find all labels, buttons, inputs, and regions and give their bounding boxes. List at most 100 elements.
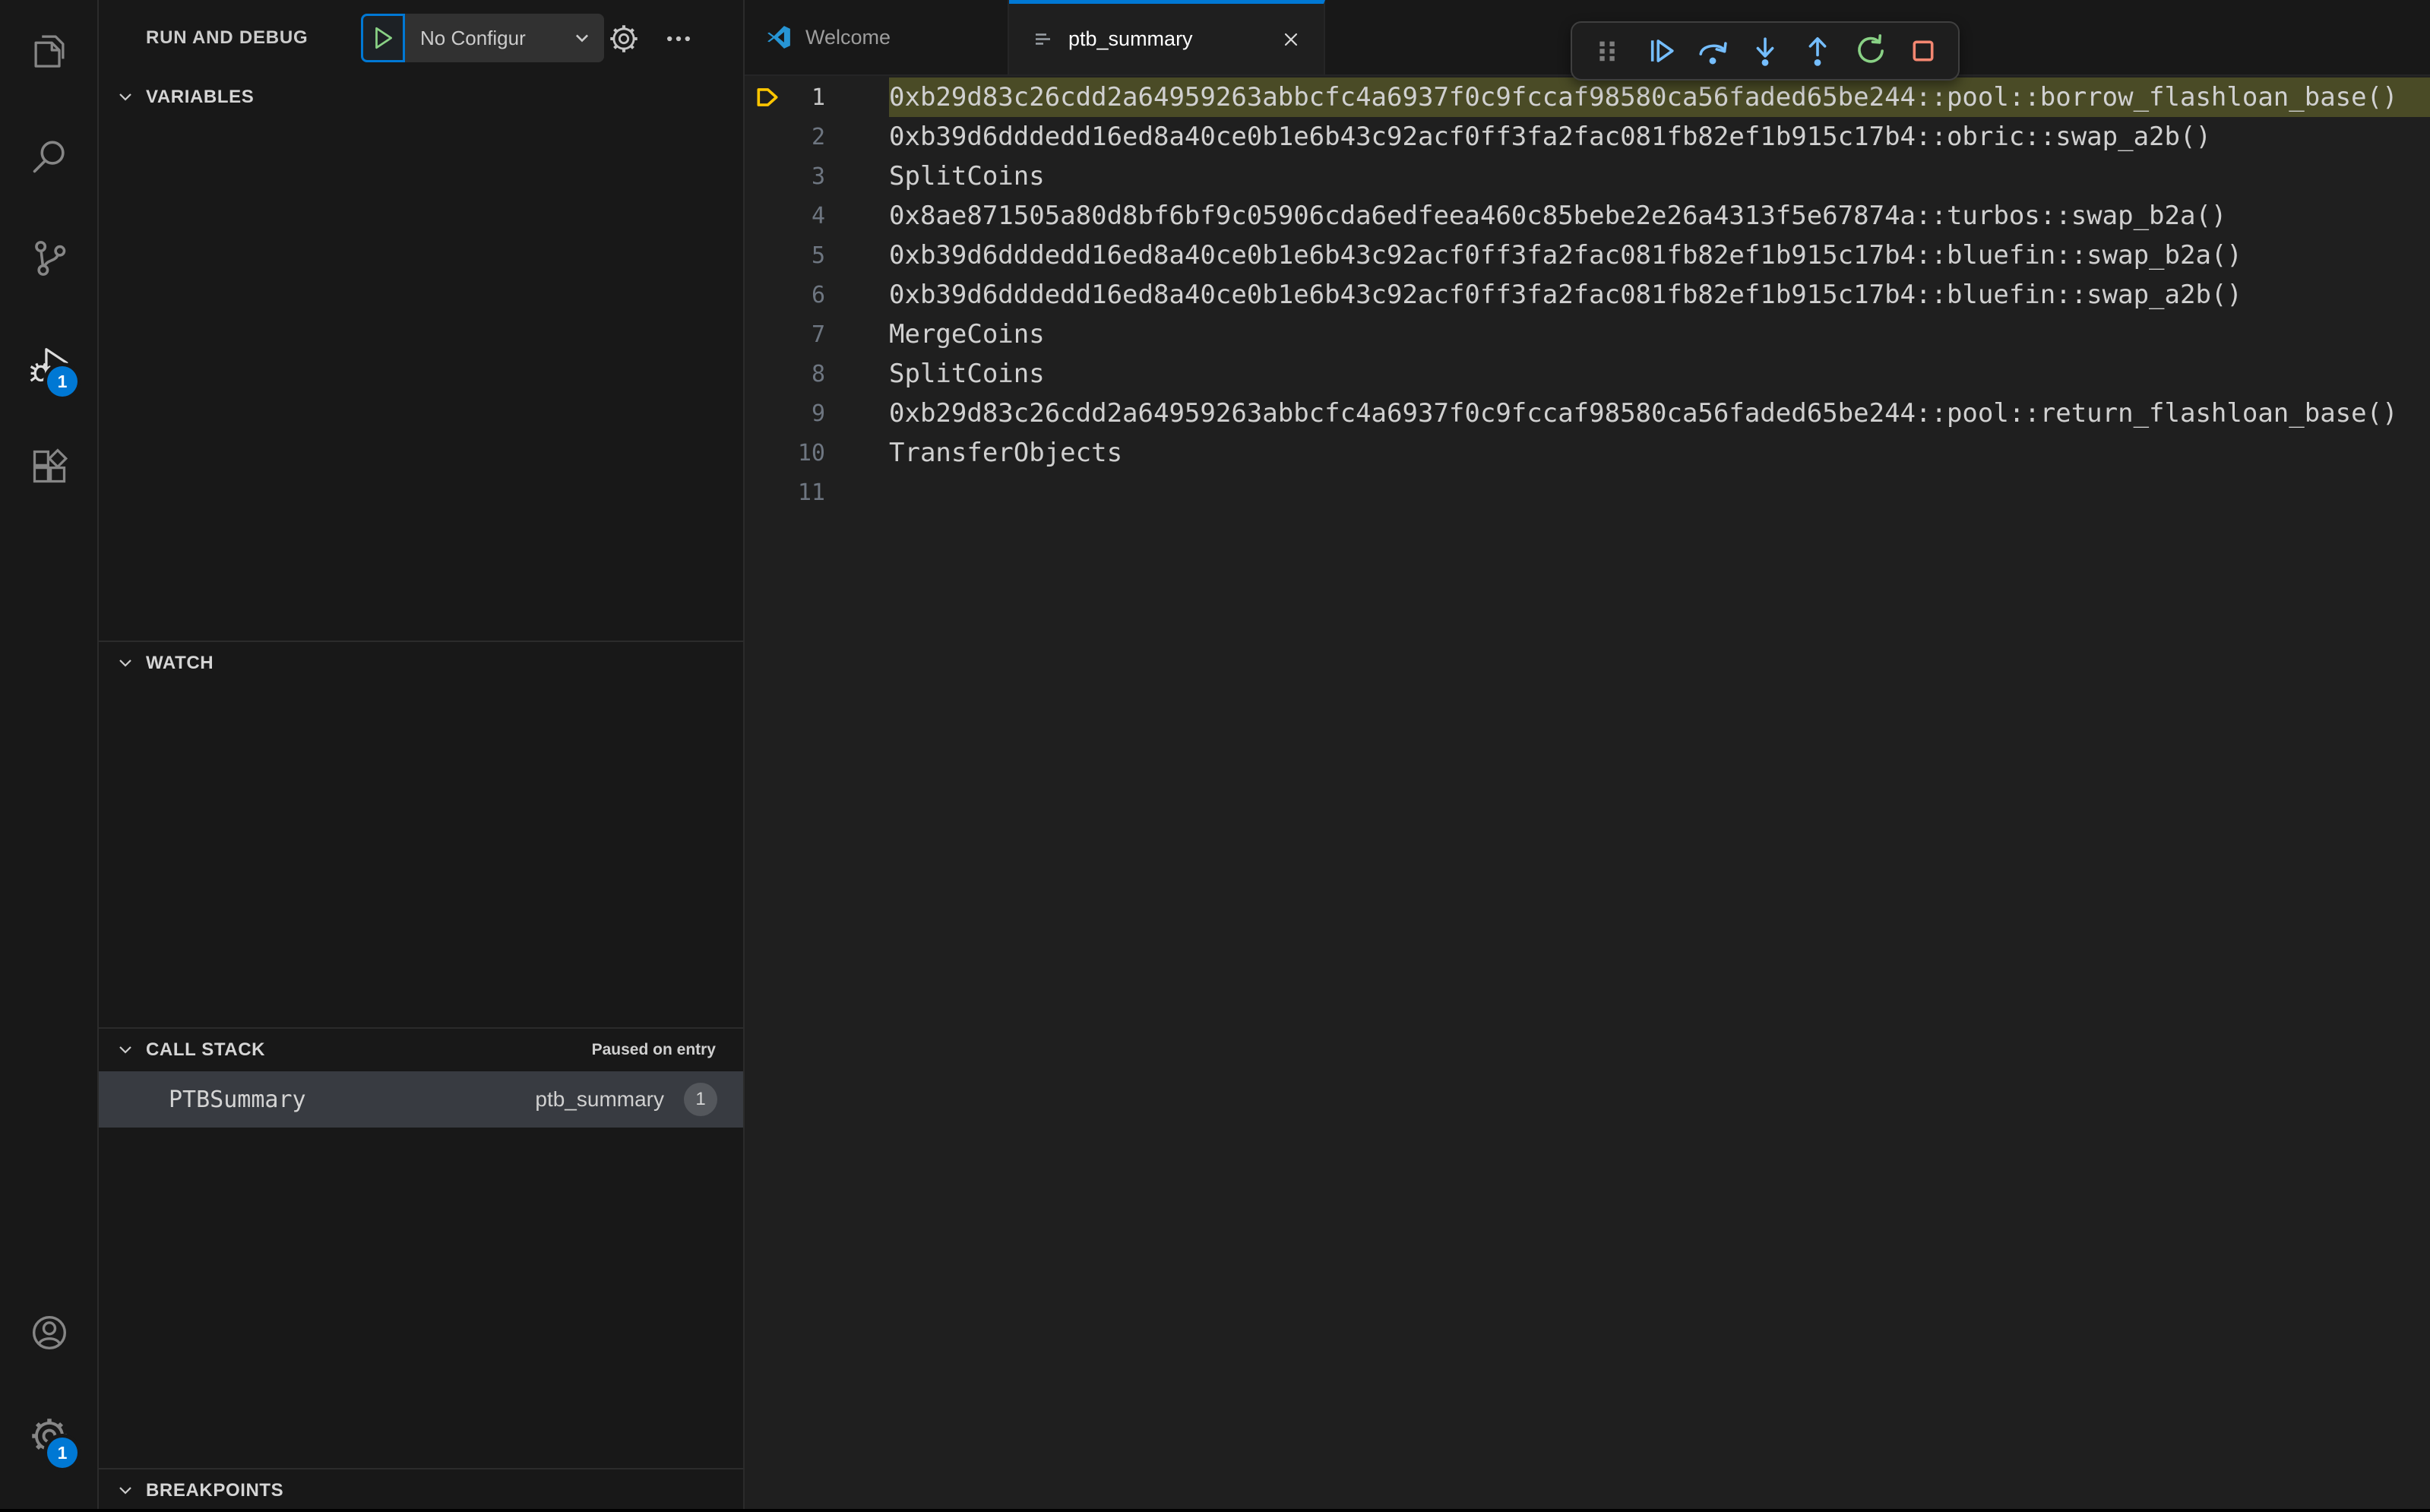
line-gutter[interactable]: 4	[745, 196, 889, 236]
line-number: 8	[811, 360, 825, 387]
settings-count-badge: 1	[47, 1438, 78, 1468]
code-line[interactable]: 8 SplitCoins	[745, 354, 2430, 394]
variables-section-header[interactable]: VARIABLES	[99, 76, 743, 119]
line-gutter[interactable]: 9	[745, 394, 889, 433]
code-line[interactable]: 6 0xb39d6dddedd16ed8a40ce0b1e6b43c92acf0…	[745, 275, 2430, 315]
stack-frame-row[interactable]: PTBSummary ptb_summary 1	[99, 1071, 743, 1128]
chevron-down-icon	[115, 1481, 135, 1501]
sidebar-header: RUN AND DEBUG No Configur	[99, 0, 743, 76]
call-stack-section: CALL STACK Paused on entry PTBSummary pt…	[99, 1027, 743, 1468]
step-out-icon[interactable]	[1800, 33, 1835, 68]
code-text[interactable]: SplitCoins	[889, 354, 2430, 394]
tab-ptb-summary[interactable]: ptb_summary	[1009, 0, 1325, 74]
vscode-logo-icon	[766, 24, 792, 50]
paused-status-text: Paused on entry	[591, 1041, 716, 1058]
restart-icon[interactable]	[1853, 33, 1888, 68]
code-line[interactable]: 10 TransferObjects	[745, 433, 2430, 473]
line-number: 5	[811, 242, 825, 269]
line-number: 9	[811, 400, 825, 427]
code-text[interactable]: 0xb39d6dddedd16ed8a40ce0b1e6b43c92acf0ff…	[889, 117, 2430, 157]
code-line[interactable]: 9 0xb29d83c26cdd2a64959263abbcfc4a6937f0…	[745, 394, 2430, 433]
code-text[interactable]: 0xb29d83c26cdd2a64959263abbcfc4a6937f0c9…	[889, 77, 2430, 117]
code-line[interactable]: 4 0x8ae871505a80d8bf6bf9c05906cda6edfeea…	[745, 196, 2430, 236]
launch-configuration-dropdown[interactable]: No Configur	[405, 14, 604, 62]
code-line[interactable]: 2 0xb39d6dddedd16ed8a40ce0b1e6b43c92acf0…	[745, 117, 2430, 157]
section-label: WATCH	[146, 653, 214, 673]
line-number: 4	[811, 202, 825, 229]
code-text[interactable]: 0x8ae871505a80d8bf6bf9c05906cda6edfeea46…	[889, 196, 2430, 236]
section-label: CALL STACK	[146, 1039, 266, 1060]
line-gutter[interactable]: 6	[745, 275, 889, 315]
line-gutter[interactable]: 11	[745, 473, 889, 512]
code-text[interactable]: 0xb29d83c26cdd2a64959263abbcfc4a6937f0c9…	[889, 394, 2430, 433]
search-icon[interactable]	[30, 137, 69, 176]
section-label: VARIABLES	[146, 87, 255, 107]
breakpoints-section-header[interactable]: BREAKPOINTS	[99, 1469, 743, 1512]
close-icon[interactable]	[1280, 28, 1302, 51]
line-gutter[interactable]: 10	[745, 433, 889, 473]
code-text[interactable]: TransferObjects	[889, 433, 2430, 473]
chevron-down-icon	[115, 1040, 135, 1060]
line-gutter[interactable]: 2	[745, 117, 889, 157]
vscode-window: 1 1 RUN AND DEBUG No Configur VARIABLES …	[0, 0, 2430, 1509]
activity-bar: 1 1	[0, 0, 99, 1509]
continue-icon[interactable]	[1643, 33, 1678, 68]
debug-toolbar	[1571, 21, 1960, 81]
toolbar-drag-grip-icon[interactable]	[1590, 33, 1625, 68]
list-file-icon	[1030, 27, 1055, 52]
code-line[interactable]: 5 0xb39d6dddedd16ed8a40ce0b1e6b43c92acf0…	[745, 236, 2430, 275]
extensions-icon[interactable]	[30, 447, 69, 486]
views-more-actions-icon[interactable]	[663, 23, 695, 55]
chevron-down-icon	[572, 28, 592, 48]
explorer-icon[interactable]	[30, 30, 69, 70]
stack-frame-name: PTBSummary	[169, 1086, 306, 1113]
tab-welcome[interactable]: Welcome	[745, 0, 1009, 74]
call-stack-section-header[interactable]: CALL STACK Paused on entry	[99, 1029, 743, 1071]
code-content[interactable]: 1 0xb29d83c26cdd2a64959263abbcfc4a6937f0…	[745, 76, 2430, 1509]
tab-label: Welcome	[805, 25, 891, 49]
code-text[interactable]	[889, 473, 2430, 512]
stop-icon[interactable]	[1906, 33, 1941, 68]
line-number: 10	[797, 439, 825, 467]
code-line[interactable]: 3 SplitCoins	[745, 157, 2430, 196]
line-gutter[interactable]: 3	[745, 157, 889, 196]
line-number: 11	[797, 479, 825, 506]
code-line[interactable]: 11	[745, 473, 2430, 512]
debug-settings-gear-icon[interactable]	[608, 23, 640, 55]
sidebar-title: RUN AND DEBUG	[146, 27, 308, 48]
line-number: 3	[811, 163, 825, 190]
source-control-icon[interactable]	[30, 239, 69, 278]
chevron-down-icon	[115, 653, 135, 673]
editor-area: Welcome ptb_summary 1 0xb29d83c26cdd2a64…	[745, 0, 2430, 1509]
line-gutter[interactable]: 5	[745, 236, 889, 275]
step-into-icon[interactable]	[1748, 33, 1783, 68]
launch-configuration-label: No Configur	[420, 26, 526, 49]
stack-frame-badge: 1	[684, 1083, 717, 1116]
code-text[interactable]: 0xb39d6dddedd16ed8a40ce0b1e6b43c92acf0ff…	[889, 236, 2430, 275]
chevron-down-icon	[115, 87, 135, 107]
launch-control: No Configur	[361, 14, 604, 62]
breakpoints-section: BREAKPOINTS	[99, 1468, 743, 1512]
line-number: 2	[811, 123, 825, 150]
line-number: 6	[811, 281, 825, 308]
code-text[interactable]: 0xb39d6dddedd16ed8a40ce0b1e6b43c92acf0ff…	[889, 275, 2430, 315]
code-text[interactable]: SplitCoins	[889, 157, 2430, 196]
line-number: 1	[811, 84, 825, 111]
tab-label: ptb_summary	[1068, 27, 1193, 50]
line-gutter[interactable]: 8	[745, 354, 889, 394]
account-icon[interactable]	[30, 1313, 69, 1352]
stack-frame-file: ptb_summary	[535, 1087, 664, 1111]
run-and-debug-sidebar: RUN AND DEBUG No Configur VARIABLES WATC…	[99, 0, 745, 1509]
debug-count-badge: 1	[47, 366, 78, 397]
code-line[interactable]: 7 MergeCoins	[745, 315, 2430, 354]
code-text[interactable]: MergeCoins	[889, 315, 2430, 354]
code-line[interactable]: 1 0xb29d83c26cdd2a64959263abbcfc4a6937f0…	[745, 77, 2430, 117]
watch-section-header[interactable]: WATCH	[99, 642, 743, 685]
line-gutter[interactable]: 1	[745, 77, 889, 117]
line-number: 7	[811, 321, 825, 348]
line-gutter[interactable]: 7	[745, 315, 889, 354]
variables-section: VARIABLES	[99, 76, 743, 641]
start-debugging-button[interactable]	[361, 14, 405, 62]
watch-section: WATCH	[99, 641, 743, 1027]
step-over-icon[interactable]	[1695, 33, 1730, 68]
